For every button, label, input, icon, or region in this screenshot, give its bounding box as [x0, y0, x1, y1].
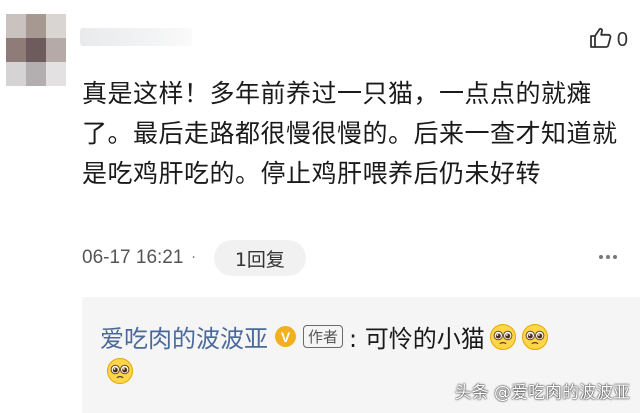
reply-line: 爱吃肉的波波亚 V 作者 : 可怜的小猫: [100, 319, 549, 354]
pleading-face-emoji-icon: [521, 323, 549, 351]
more-dots-icon[interactable]: [598, 246, 618, 265]
thumbs-up-icon: [589, 26, 613, 54]
pleading-face-emoji-icon: [106, 357, 134, 385]
reply-author-link[interactable]: 爱吃肉的波波亚: [100, 319, 268, 354]
avatar[interactable]: [6, 14, 66, 86]
comment-text: 真是这样！多年前养过一只猫，一点点的就瘫了。最后走路都很慢很慢的。后来一查才知道…: [82, 79, 618, 188]
reply-count-button[interactable]: 1回复: [213, 240, 306, 276]
pleading-face-emoji-icon: [489, 323, 517, 351]
like-count: 0: [616, 28, 628, 51]
like-button[interactable]: 0: [589, 26, 628, 54]
watermark: 头条 @爱吃肉的波波亚: [454, 383, 630, 403]
author-tag: 作者: [303, 325, 344, 348]
comment-screen: 0 真是这样！多年前养过一只猫，一点点的就瘫了。最后走路都很慢很慢的。后来一查才…: [0, 0, 640, 413]
timestamp: 06-17 16:21: [82, 247, 184, 268]
reply-text: : 可怜的小猫: [349, 325, 485, 353]
comment-meta: 06-17 16:21 · 1回复: [82, 240, 306, 276]
verified-badge-icon: V: [275, 326, 296, 347]
separator-dot: ·: [191, 250, 196, 266]
username-blurred[interactable]: [80, 28, 192, 46]
